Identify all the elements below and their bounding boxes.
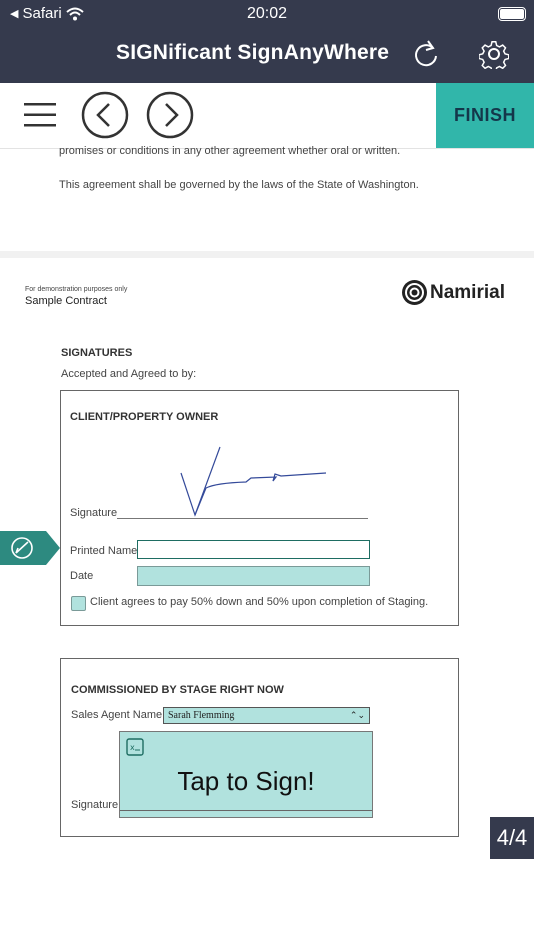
printed-name-input[interactable] <box>137 540 370 559</box>
sales-agent-select[interactable]: Sarah Flemming ⌃⌄ <box>163 707 370 724</box>
date-label: Date <box>70 570 94 582</box>
signatures-heading: SIGNATURES <box>61 347 133 359</box>
client-signature-drawing <box>180 446 327 517</box>
client-signature-line <box>117 518 368 519</box>
tap-to-sign-field[interactable]: x Tap to Sign! <box>119 731 373 818</box>
sales-agent-value: Sarah Flemming <box>168 710 235 721</box>
prev-page-text-2: This agreement shall be governed by the … <box>59 179 419 191</box>
settings-button[interactable] <box>476 36 512 72</box>
demo-note: For demonstration purposes only <box>25 286 128 293</box>
document-toolbar: FINISH <box>0 83 534 149</box>
select-arrows-icon: ⌃⌄ <box>349 710 365 720</box>
finish-button[interactable]: FINISH <box>436 83 534 148</box>
menu-button[interactable] <box>22 97 58 133</box>
date-input[interactable] <box>137 566 370 586</box>
previous-page: promises or conditions in any other agre… <box>0 145 534 251</box>
brand-logo-text: Namirial <box>430 281 505 303</box>
refresh-icon <box>415 40 437 67</box>
svg-text:x: x <box>130 743 135 752</box>
client-section-heading: CLIENT/PROPERTY OWNER <box>70 411 219 423</box>
gear-icon <box>479 41 509 69</box>
stage-section-heading: COMMISSIONED BY STAGE RIGHT NOW <box>71 684 284 696</box>
menu-icon <box>24 103 56 127</box>
next-field-button[interactable] <box>146 91 194 139</box>
sign-marker-icon <box>0 531 60 565</box>
top-bar: ◀ Safari 20:02 SIGNificant SignAnyWhere <box>0 0 534 83</box>
client-signature-box: CLIENT/PROPERTY OWNER Signature Printed … <box>60 390 459 626</box>
sales-agent-label: Sales Agent Name <box>71 709 163 721</box>
brand-logo: Namirial <box>401 279 505 306</box>
tap-to-sign-label: Tap to Sign! <box>177 766 315 796</box>
doc-title: Sample Contract <box>25 295 107 307</box>
page-indicator: 4/4 <box>490 817 534 859</box>
status-bar: ◀ Safari 20:02 <box>0 5 534 25</box>
battery-icon <box>498 7 526 21</box>
chevron-right-icon <box>146 91 194 139</box>
payment-terms-checkbox[interactable] <box>71 596 86 611</box>
printed-name-label: Printed Name <box>70 545 138 557</box>
previous-field-button[interactable] <box>81 91 129 139</box>
current-field-marker[interactable] <box>0 531 60 565</box>
chevron-left-icon <box>81 91 129 139</box>
stage-signature-box: COMMISSIONED BY STAGE RIGHT NOW Sales Ag… <box>60 658 459 837</box>
document-page: For demonstration purposes only Sample C… <box>0 258 534 950</box>
stamp-icon: x <box>126 738 144 756</box>
client-signature-label: Signature <box>70 507 118 519</box>
stage-signature-line <box>120 810 372 811</box>
prev-page-text-1: promises or conditions in any other agre… <box>59 145 401 157</box>
refresh-button[interactable] <box>408 36 444 72</box>
namirial-logo-icon <box>402 280 427 305</box>
stage-signature-label: Signature <box>71 799 119 811</box>
status-time: 20:02 <box>246 5 288 22</box>
app-title: SIGNificant SignAnyWhere <box>116 41 390 64</box>
page-separator <box>0 251 534 258</box>
accepted-text: Accepted and Agreed to by: <box>61 368 197 380</box>
payment-terms-label: Client agrees to pay 50% down and 50% up… <box>90 596 429 608</box>
